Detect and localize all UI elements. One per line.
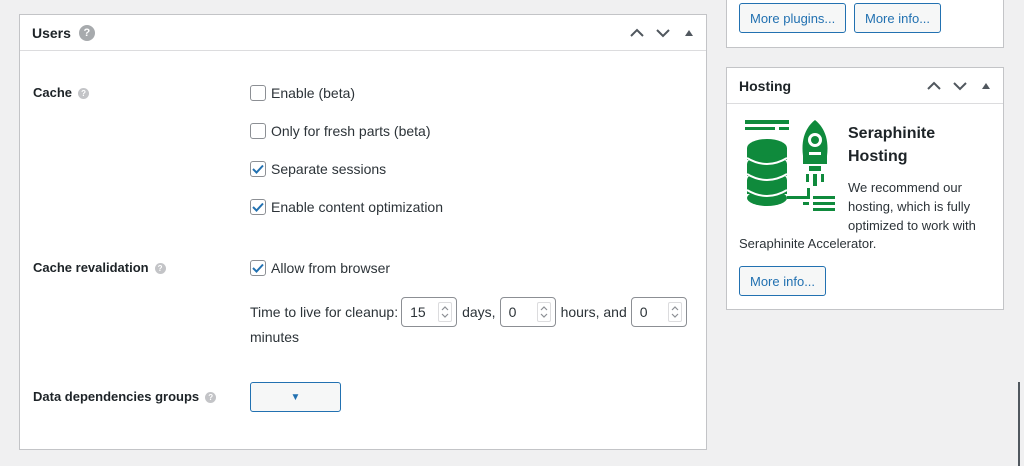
help-icon[interactable]: ? — [78, 24, 95, 41]
fresh-parts-option[interactable]: Only for fresh parts (beta) — [250, 123, 431, 139]
more-info-button[interactable]: More info... — [854, 3, 942, 33]
hosting-name: Seraphinite Hosting — [848, 122, 935, 168]
checkbox-content-optimization[interactable] — [250, 199, 266, 215]
help-icon[interactable]: ? — [205, 392, 217, 404]
hosting-panel-title: Hosting — [739, 77, 792, 94]
ttl-prefix: Time to live for cleanup: — [250, 304, 399, 320]
help-icon[interactable]: ? — [154, 263, 166, 275]
move-down-icon[interactable] — [650, 20, 676, 46]
option-label: Separate sessions — [271, 161, 387, 177]
hosting-name-line2: Hosting — [848, 148, 908, 165]
move-up-icon[interactable] — [624, 20, 650, 46]
allow-from-browser-option[interactable]: Allow from browser — [250, 260, 390, 276]
ttl-row: Time to live for cleanup: 15 days, 0 hou… — [250, 297, 687, 327]
checkbox-allow-from-browser[interactable] — [250, 260, 266, 276]
data-deps-label: Data dependencies groups? — [33, 389, 217, 404]
hosting-panel-header: Hosting — [727, 68, 1003, 104]
hosting-logo-icon — [745, 120, 835, 211]
cache-label-text: Cache — [33, 85, 73, 100]
hosting-name-line1: Seraphinite — [848, 125, 936, 142]
checkbox-separate-sessions[interactable] — [250, 161, 266, 177]
hosting-description-tail: Seraphinite Accelerator. — [739, 236, 877, 251]
cache-revalidation-label-text: Cache revalidation — [33, 260, 149, 275]
collapse-toggle-icon[interactable] — [676, 20, 702, 46]
move-up-icon[interactable] — [921, 73, 947, 99]
users-panel: Users ? Cache? Enable (beta) Only for fr… — [19, 14, 707, 450]
option-label: Only for fresh parts (beta) — [271, 123, 431, 139]
separate-sessions-option[interactable]: Separate sessions — [250, 161, 386, 177]
hosting-description: We recommend our hosting, which is fully… — [848, 180, 976, 233]
users-panel-title: Users — [32, 24, 71, 41]
users-panel-header: Users ? — [20, 15, 706, 51]
option-label: Enable (beta) — [271, 85, 356, 101]
hours-stepper[interactable]: 0 — [499, 297, 556, 327]
checkmark-icon — [252, 164, 264, 174]
panel-controls — [624, 20, 706, 46]
spinner-icon[interactable] — [667, 302, 682, 322]
more-plugins-button[interactable]: More plugins... — [739, 3, 847, 33]
enable-beta-option[interactable]: Enable (beta) — [250, 85, 355, 101]
panel-controls — [921, 73, 1003, 99]
hosting-panel: Hosting Seraphinite Hosting We recommend… — [726, 67, 1004, 310]
scrollbar[interactable] — [1018, 382, 1020, 466]
checkbox-fresh-parts[interactable] — [250, 123, 266, 139]
spinner-icon[interactable] — [536, 302, 551, 322]
help-icon[interactable]: ? — [78, 88, 90, 100]
move-down-icon[interactable] — [947, 73, 973, 99]
checkmark-icon — [252, 202, 264, 212]
checkmark-icon — [252, 263, 264, 273]
days-suffix: days, — [462, 304, 496, 320]
cache-revalidation-label: Cache revalidation? — [33, 260, 166, 275]
days-stepper[interactable]: 15 — [401, 297, 458, 327]
data-deps-dropdown[interactable]: ▼ — [250, 382, 341, 412]
cache-label: Cache? — [33, 85, 90, 100]
minutes-suffix: minutes — [250, 329, 300, 345]
collapse-toggle-icon[interactable] — [973, 73, 999, 99]
hosting-more-info-button[interactable]: More info... — [739, 266, 827, 296]
content-optimization-option[interactable]: Enable content optimization — [250, 199, 443, 215]
minutes-stepper[interactable]: 0 — [630, 297, 687, 327]
minutes-value: 0 — [639, 304, 648, 320]
option-label: Allow from browser — [271, 260, 391, 276]
option-label: Enable content optimization — [271, 199, 443, 215]
data-deps-label-text: Data dependencies groups — [33, 389, 200, 404]
days-value: 15 — [410, 304, 426, 320]
hours-suffix: hours, and — [560, 304, 627, 320]
chevron-down-icon: ▼ — [290, 391, 301, 403]
hours-value: 0 — [508, 304, 517, 320]
spinner-icon[interactable] — [438, 302, 453, 322]
checkbox-enable-beta[interactable] — [250, 85, 266, 101]
plugins-panel: More plugins... More info... — [726, 0, 1004, 48]
